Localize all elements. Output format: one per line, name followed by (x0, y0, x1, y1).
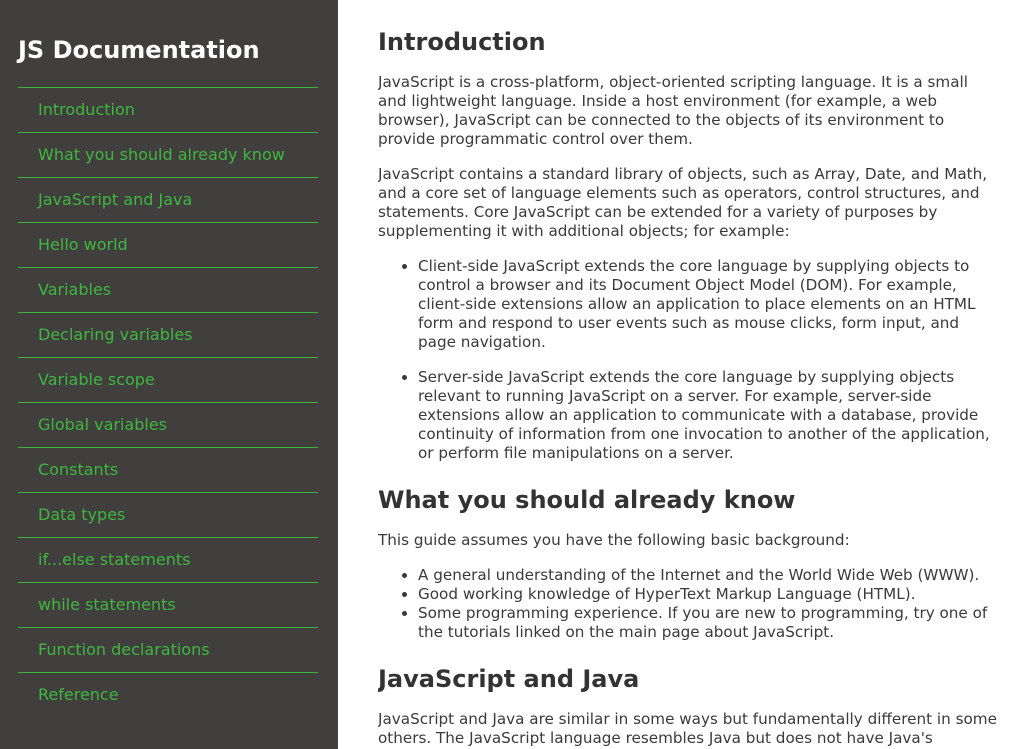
list-item: A general understanding of the Internet … (418, 566, 998, 585)
section-title-javascript-and-java: JavaScript and Java (378, 665, 640, 693)
nav-link-function-declarations[interactable]: Function declarations (18, 627, 318, 672)
nav-item: Variable scope (18, 357, 318, 402)
list-item: Server-side JavaScript extends the core … (418, 368, 998, 463)
nav-item: JavaScript and Java (18, 177, 318, 222)
nav-item: Introduction (18, 87, 318, 132)
nav-item: Data types (18, 492, 318, 537)
already-know-bullet-list: A general understanding of the Internet … (378, 566, 998, 642)
nav-link-global-variables[interactable]: Global variables (18, 402, 318, 447)
already-know-paragraph: This guide assumes you have the followin… (378, 531, 850, 549)
js-and-java-paragraph: JavaScript and Java are similar in some … (378, 710, 997, 747)
nav-link-what-you-should-already-know[interactable]: What you should already know (18, 132, 318, 177)
list-item: Client-side JavaScript extends the core … (418, 257, 998, 352)
nav-item: Declaring variables (18, 312, 318, 357)
nav-link-constants[interactable]: Constants (18, 447, 318, 492)
nav-item: Reference (18, 672, 318, 717)
nav-item: Variables (18, 267, 318, 312)
nav-link-introduction[interactable]: Introduction (18, 87, 318, 132)
intro-paragraph-2: JavaScript contains a standard library o… (378, 165, 988, 240)
nav-item: Function declarations (18, 627, 318, 672)
sidebar-nav: JS Documentation Introduction What you s… (0, 0, 338, 749)
intro-bullet-list: Client-side JavaScript extends the core … (378, 257, 998, 463)
section-what-you-should-already-know: What you should already know This guide … (378, 486, 998, 642)
nav-item: Constants (18, 447, 318, 492)
sidebar-title: JS Documentation (18, 36, 260, 64)
list-item: Some programming experience. If you are … (418, 604, 998, 642)
nav-link-variable-scope[interactable]: Variable scope (18, 357, 318, 402)
section-title-what-you-should-already-know: What you should already know (378, 486, 796, 514)
nav-item: Global variables (18, 402, 318, 447)
nav-item: Hello world (18, 222, 318, 267)
section-introduction: Introduction JavaScript is a cross-platf… (378, 28, 998, 463)
intro-paragraph-1: JavaScript is a cross-platform, object-o… (378, 73, 968, 148)
nav-link-hello-world[interactable]: Hello world (18, 222, 318, 267)
nav-item: What you should already know (18, 132, 318, 177)
nav-link-list: Introduction What you should already kno… (18, 87, 318, 717)
section-javascript-and-java: JavaScript and Java JavaScript and Java … (378, 665, 998, 748)
section-title-introduction: Introduction (378, 28, 546, 56)
nav-link-declaring-variables[interactable]: Declaring variables (18, 312, 318, 357)
nav-link-javascript-and-java[interactable]: JavaScript and Java (18, 177, 318, 222)
nav-link-reference[interactable]: Reference (18, 672, 318, 717)
nav-link-while-statements[interactable]: while statements (18, 582, 318, 627)
nav-link-data-types[interactable]: Data types (18, 492, 318, 537)
nav-item: if...else statements (18, 537, 318, 582)
list-item: Good working knowledge of HyperText Mark… (418, 585, 998, 604)
main-content[interactable]: Introduction JavaScript is a cross-platf… (378, 0, 998, 749)
nav-item: while statements (18, 582, 318, 627)
nav-link-variables[interactable]: Variables (18, 267, 318, 312)
nav-link-if-else-statements[interactable]: if...else statements (18, 537, 318, 582)
